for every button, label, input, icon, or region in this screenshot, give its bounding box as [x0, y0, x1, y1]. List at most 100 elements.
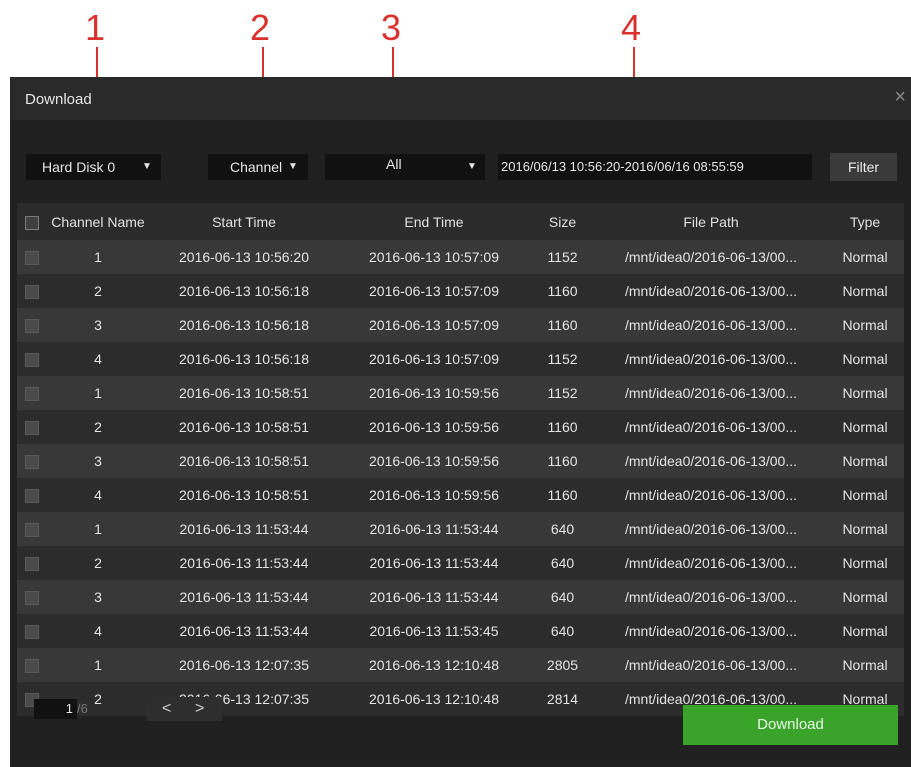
cell-size: 1152 [529, 240, 596, 274]
row-checkbox-cell [17, 342, 47, 376]
row-checkbox[interactable] [25, 557, 39, 572]
cell-size: 1152 [529, 376, 596, 410]
select-all-checkbox[interactable] [25, 215, 39, 230]
table-row[interactable]: 3 2016-06-13 10:58:51 2016-06-13 10:59:56 1… [17, 444, 904, 478]
disk-select-value: Hard Disk 0 [42, 159, 116, 175]
cell-size: 1152 [529, 342, 596, 376]
cell-channel: 1 [47, 240, 149, 274]
row-checkbox-cell [17, 240, 47, 274]
cell-type: Normal [826, 614, 904, 648]
row-checkbox[interactable] [25, 659, 39, 674]
cell-start: 2016-06-13 11:53:44 [149, 614, 339, 648]
channel-select[interactable]: Channel ▼ [208, 154, 308, 180]
prev-page-button[interactable]: < [162, 697, 171, 721]
chevron-down-icon: ▼ [142, 161, 152, 172]
table-row[interactable]: 2 2016-06-13 10:58:51 2016-06-13 10:59:56 1… [17, 410, 904, 444]
cell-channel: 4 [47, 478, 149, 512]
cell-start: 2016-06-13 11:53:44 [149, 580, 339, 614]
table-row[interactable]: 1 2016-06-13 10:56:20 2016-06-13 10:57:09 1… [17, 240, 904, 274]
time-range-field[interactable]: 2016/06/13 10:56:20-2016/06/16 08:55:59 [498, 154, 812, 180]
disk-select[interactable]: Hard Disk 0 ▼ [26, 154, 161, 180]
pager-nav: < > [147, 697, 222, 721]
cell-channel: 1 [47, 376, 149, 410]
row-checkbox[interactable] [25, 421, 39, 436]
cell-start: 2016-06-13 11:53:44 [149, 512, 339, 546]
cell-channel: 2 [47, 546, 149, 580]
cell-size: 1160 [529, 308, 596, 342]
cell-size: 2805 [529, 648, 596, 682]
filter-button[interactable]: Filter [830, 153, 897, 181]
cell-type: Normal [826, 308, 904, 342]
recordings-table: Channel Name Start Time End Time Size Fi… [17, 203, 904, 716]
row-checkbox[interactable] [25, 387, 39, 402]
table-row[interactable]: 2 2016-06-13 11:53:44 2016-06-13 11:53:44 6… [17, 546, 904, 580]
callout-2: 2 [250, 7, 271, 48]
select-all-cell [17, 203, 47, 240]
row-checkbox[interactable] [25, 489, 39, 504]
table-row[interactable]: 3 2016-06-13 10:56:18 2016-06-13 10:57:09 1… [17, 308, 904, 342]
row-checkbox[interactable] [25, 625, 39, 640]
table-row[interactable]: 4 2016-06-13 10:56:18 2016-06-13 10:57:09 1… [17, 342, 904, 376]
cell-path: /mnt/idea0/2016-06-13/00... [596, 512, 826, 546]
table-row[interactable]: 1 2016-06-13 12:07:35 2016-06-13 12:10:48 2… [17, 648, 904, 682]
row-checkbox-cell [17, 308, 47, 342]
row-checkbox[interactable] [25, 455, 39, 470]
column-header: File Path [596, 203, 826, 240]
page-number-input[interactable]: 1 [34, 699, 77, 719]
cell-path: /mnt/idea0/2016-06-13/00... [596, 580, 826, 614]
callout-4: 4 [621, 7, 642, 48]
column-header: Type [826, 203, 904, 240]
time-range-value: 2016/06/13 10:56:20-2016/06/16 08:55:59 [501, 159, 744, 174]
table-row[interactable]: 1 2016-06-13 10:58:51 2016-06-13 10:59:56 1… [17, 376, 904, 410]
cell-channel: 3 [47, 580, 149, 614]
table-row[interactable]: 2 2016-06-13 10:56:18 2016-06-13 10:57:09 1… [17, 274, 904, 308]
row-checkbox[interactable] [25, 251, 39, 266]
type-select-value: All [386, 156, 402, 172]
chevron-down-icon: ▼ [467, 161, 477, 172]
row-checkbox-cell [17, 546, 47, 580]
row-checkbox[interactable] [25, 319, 39, 334]
row-checkbox[interactable] [25, 285, 39, 300]
table-row[interactable]: 4 2016-06-13 10:58:51 2016-06-13 10:59:56 1… [17, 478, 904, 512]
row-checkbox-cell [17, 648, 47, 682]
cell-end: 2016-06-13 10:59:56 [339, 478, 529, 512]
cell-start: 2016-06-13 10:56:18 [149, 274, 339, 308]
cell-path: /mnt/idea0/2016-06-13/00... [596, 274, 826, 308]
table-row[interactable]: 3 2016-06-13 11:53:44 2016-06-13 11:53:44 6… [17, 580, 904, 614]
type-select[interactable]: All ▼ [325, 154, 485, 180]
table-row[interactable]: 4 2016-06-13 11:53:44 2016-06-13 11:53:45 6… [17, 614, 904, 648]
row-checkbox-cell [17, 512, 47, 546]
cell-type: Normal [826, 376, 904, 410]
row-checkbox[interactable] [25, 353, 39, 368]
cell-path: /mnt/idea0/2016-06-13/00... [596, 308, 826, 342]
column-header: Channel Name [47, 203, 149, 240]
cell-size: 640 [529, 614, 596, 648]
cell-channel: 2 [47, 274, 149, 308]
cell-path: /mnt/idea0/2016-06-13/00... [596, 444, 826, 478]
cell-end: 2016-06-13 10:57:09 [339, 274, 529, 308]
cell-size: 1160 [529, 410, 596, 444]
table-row[interactable]: 1 2016-06-13 11:53:44 2016-06-13 11:53:44 6… [17, 512, 904, 546]
callout-1: 1 [85, 7, 106, 48]
cell-end: 2016-06-13 12:10:48 [339, 682, 529, 716]
next-page-button[interactable]: > [195, 697, 204, 721]
download-button[interactable]: Download [683, 705, 898, 745]
callout-3: 3 [381, 7, 402, 48]
cell-end: 2016-06-13 11:53:45 [339, 614, 529, 648]
cell-path: /mnt/idea0/2016-06-13/00... [596, 342, 826, 376]
cell-path: /mnt/idea0/2016-06-13/00... [596, 614, 826, 648]
row-checkbox[interactable] [25, 523, 39, 538]
cell-path: /mnt/idea0/2016-06-13/00... [596, 648, 826, 682]
cell-start: 2016-06-13 12:07:35 [149, 648, 339, 682]
cell-channel: 1 [47, 648, 149, 682]
close-icon[interactable]: × [894, 86, 906, 109]
cell-path: /mnt/idea0/2016-06-13/00... [596, 546, 826, 580]
chevron-down-icon: ▼ [288, 161, 298, 172]
cell-start: 2016-06-13 10:58:51 [149, 478, 339, 512]
cell-type: Normal [826, 580, 904, 614]
cell-start: 2016-06-13 10:58:51 [149, 444, 339, 478]
cell-type: Normal [826, 444, 904, 478]
row-checkbox[interactable] [25, 591, 39, 606]
table-body: 1 2016-06-13 10:56:20 2016-06-13 10:57:09 1… [17, 240, 904, 716]
row-checkbox-cell [17, 478, 47, 512]
